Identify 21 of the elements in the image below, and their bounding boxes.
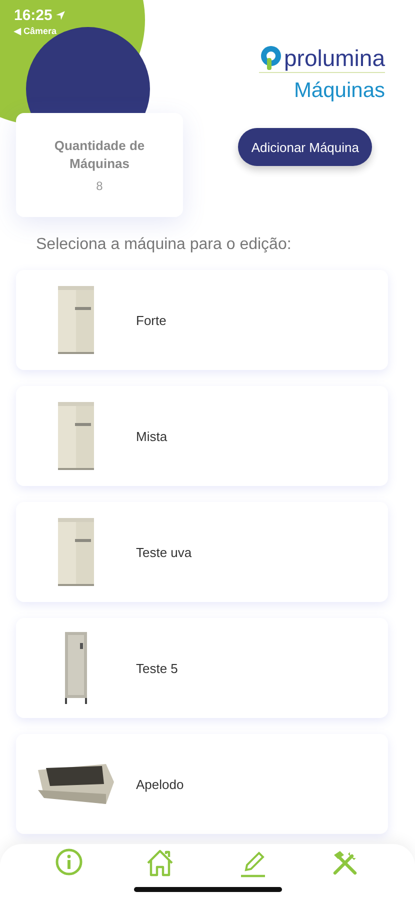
machine-card[interactable]: Forte (16, 270, 388, 370)
location-icon (55, 10, 66, 21)
machine-card[interactable]: Teste 5 (16, 618, 388, 718)
logo-text: prolumina (284, 44, 385, 72)
summary-value: 8 (96, 179, 103, 193)
machine-name: Teste 5 (136, 660, 178, 676)
machine-card[interactable]: Apelodo (16, 734, 388, 834)
machine-card[interactable]: Teste uva (16, 502, 388, 602)
machine-name: Mista (136, 428, 168, 444)
info-icon[interactable] (55, 848, 84, 876)
home-icon[interactable] (145, 848, 176, 878)
machine-name: Teste uva (136, 544, 192, 560)
summary-label: Quantidade de Máquinas (53, 137, 146, 173)
status-time: 16:25 (14, 7, 52, 24)
machine-card[interactable]: Mista (16, 386, 388, 486)
prompt-text: Seleciona a máquina para o edição: (36, 236, 292, 254)
add-machine-button[interactable]: Adicionar Máquina (238, 128, 372, 166)
logo-icon (259, 45, 283, 71)
machine-name: Apelodo (136, 776, 184, 792)
machine-name: Forte (136, 312, 166, 328)
page-title: Máquinas (294, 79, 385, 103)
